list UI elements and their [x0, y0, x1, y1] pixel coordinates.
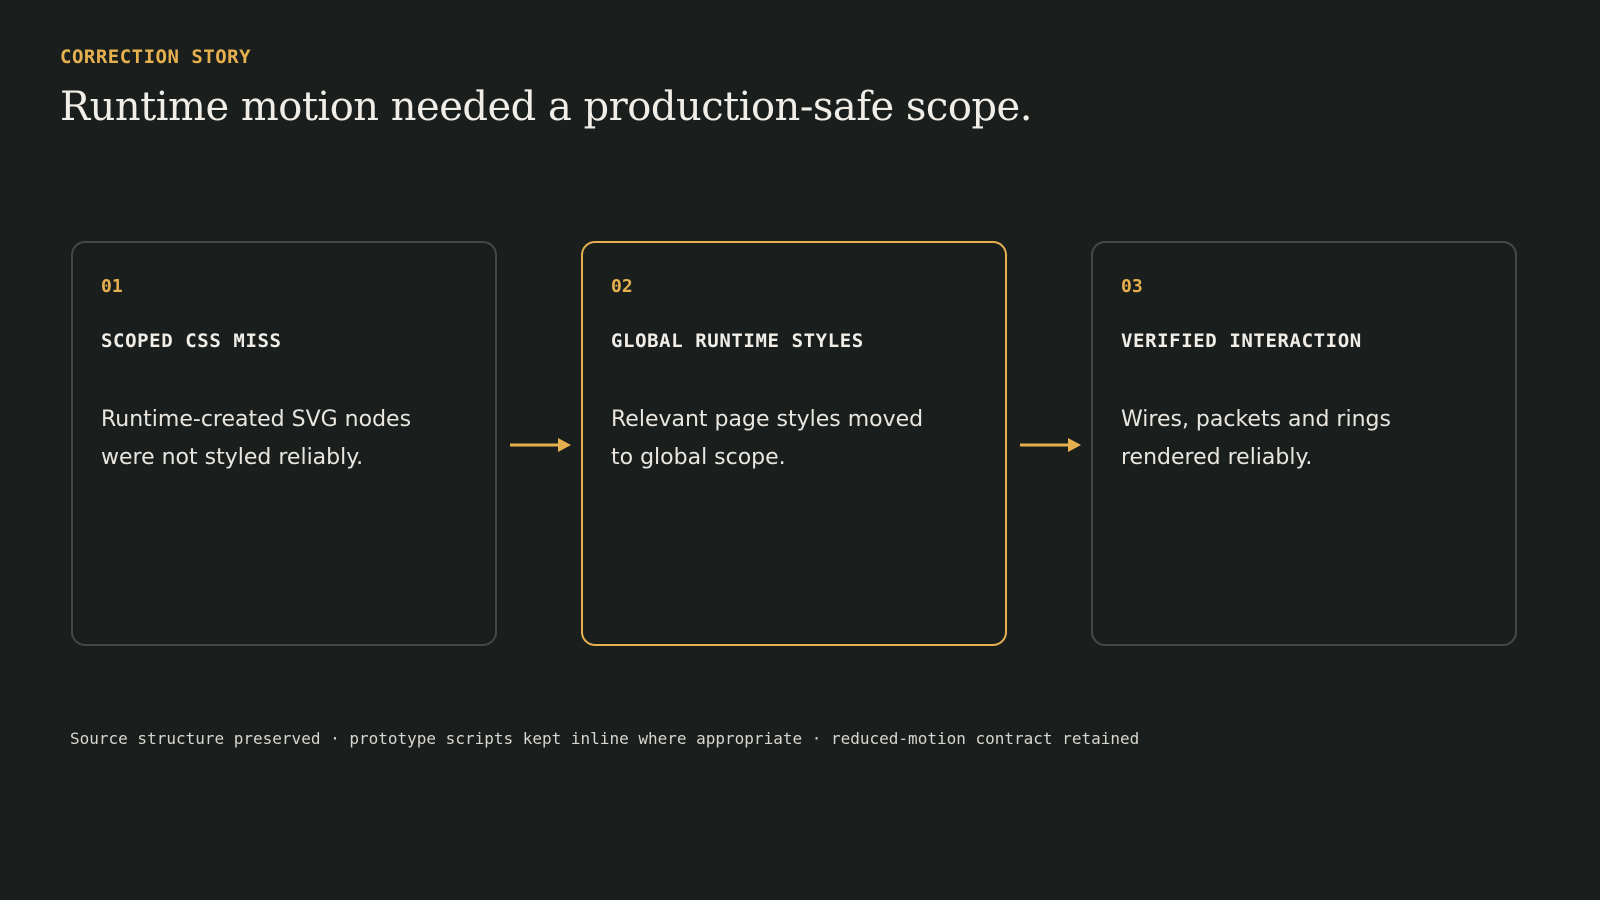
arrow-right-icon [510, 438, 571, 452]
eyebrow-label: CORRECTION STORY [60, 46, 252, 68]
step-heading: GLOBAL RUNTIME STYLES [611, 330, 864, 352]
step-description: Runtime-created SVG nodes were not style… [101, 407, 412, 470]
arrow-right-icon [1020, 438, 1081, 452]
step-number: 03 [1121, 276, 1143, 297]
slide: CORRECTION STORY Runtime motion needed a… [0, 0, 1600, 900]
step-card-1: 01 SCOPED CSS MISS Runtime-created SVG n… [71, 241, 497, 646]
step-card-3: 03 VERIFIED INTERACTION Wires, packets a… [1091, 241, 1517, 646]
step-heading: VERIFIED INTERACTION [1121, 330, 1362, 352]
step-description: Relevant page styles moved to global sco… [611, 407, 924, 470]
step-description: Wires, packets and rings rendered reliab… [1121, 407, 1391, 470]
page-title: Runtime motion needed a production-safe … [60, 84, 1032, 130]
step-card-2: 02 GLOBAL RUNTIME STYLES Relevant page s… [581, 241, 1007, 646]
step-number: 02 [611, 276, 633, 297]
footer-note: Source structure preserved · prototype s… [70, 729, 1140, 748]
step-number: 01 [101, 276, 123, 297]
step-heading: SCOPED CSS MISS [101, 330, 282, 352]
